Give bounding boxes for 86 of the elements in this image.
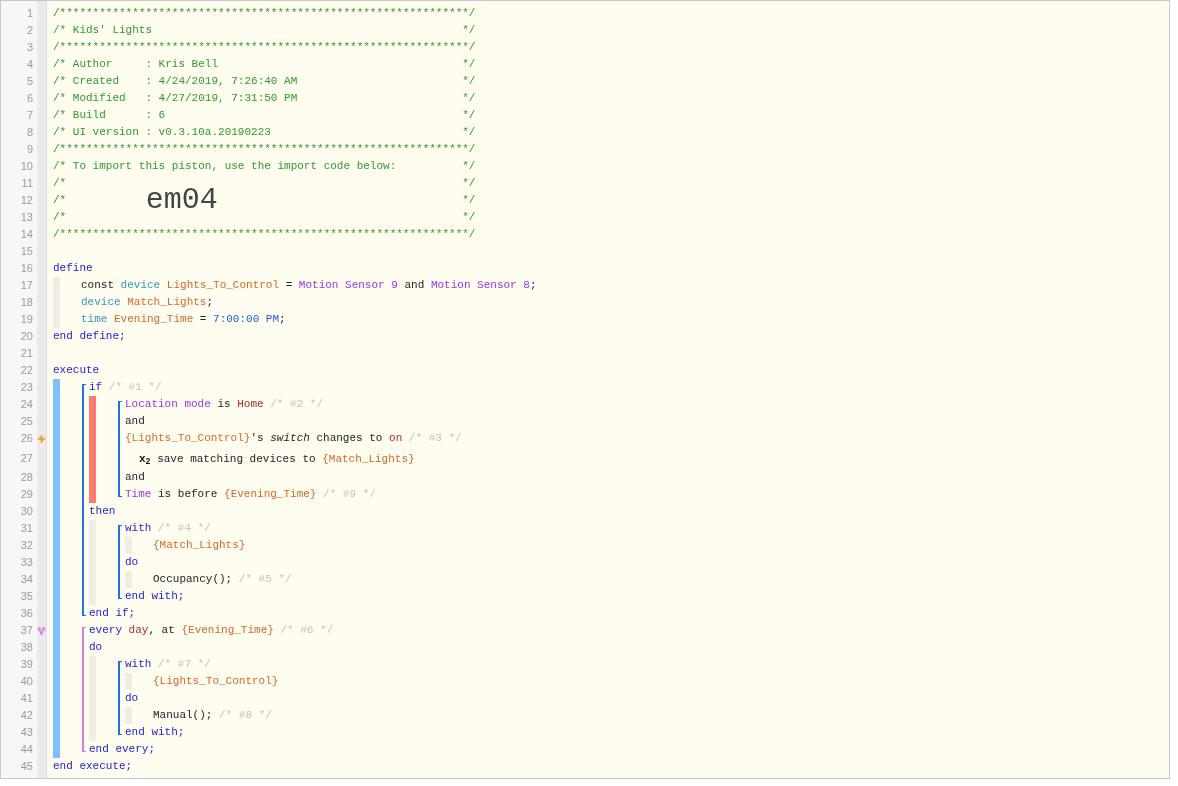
code-line: end if; [89,606,136,621]
line-number: 22 [20,363,33,378]
line-number: 23 [20,380,33,395]
line-number: 26 [20,431,33,446]
code-line: /**************************************************************/ [53,6,476,21]
code-line: x$_{2}$ save matching devices to {Match_Lights} [139,452,415,468]
code-line: Manual(); /* #8 */ [153,708,272,723]
line-number: 32 [20,538,33,553]
line-number: 5 [26,74,33,89]
line-number: 10 [20,159,33,174]
line-number: 4 [26,57,33,72]
code-line: do [125,691,139,706]
line-number: 20 [20,329,33,344]
code-line: then [89,504,116,519]
line-number: 7 [26,108,33,123]
code-line: and [125,470,145,485]
code-line: end execute; [53,759,133,774]
line-number: 19 [20,312,33,327]
line-number: 12 [20,193,33,208]
code-line: end with; [125,589,185,604]
code-line: Occupancy(); /* #5 */ [153,572,292,587]
line-number: 18 [20,295,33,310]
line-number: 45 [20,759,33,774]
code-line: execute [53,363,100,378]
line-number: 16 [20,261,33,276]
code-line: do [89,640,103,655]
code-line: /* Created : 4/24/2019, 7:26:40 AM */ [53,74,476,89]
code-line: end with; [125,725,185,740]
line-number: 34 [20,572,33,587]
line-number: 1 [26,6,33,21]
code-line: /* Modified : 4/27/2019, 7:31:50 PM */ [53,91,476,106]
code-line: {Match_Lights} [153,538,246,553]
code-line: /* To import this piston, use the import code below: */ [53,159,476,174]
line-number: 39 [20,657,33,672]
line-number: 36 [20,606,33,621]
code-line: Time is before {Evening_Time} /* #9 */ [125,487,376,502]
line-number: 31 [20,521,33,536]
line-number: 37 [20,623,33,638]
code-line: /* */ [53,210,476,225]
line-number: 40 [20,674,33,689]
line-number: 8 [26,125,33,140]
code-line: /* Author : Kris Bell */ [53,57,476,72]
line-number: 13 [20,210,33,225]
code-line: with /* #4 */ [125,521,211,536]
line-number: 30 [20,504,33,519]
line-number: 3 [26,40,33,55]
line-number: 25 [20,414,33,429]
line-number: 24 [20,397,33,412]
line-number: 41 [20,691,33,706]
line-number: 29 [20,487,33,502]
line-number: 14 [20,227,33,242]
line-number: 42 [20,708,33,723]
line-number: 43 [20,725,33,740]
code-line: /**************************************************************/ [53,40,476,55]
line-number: 28 [20,470,33,485]
code-line: const device Lights_To_Control = Motion Sensor 9 and Motion Sensor 8; [81,278,537,293]
line-number: 9 [26,142,33,157]
code-line: every day, at {Evening_Time} /* #6 */ [89,623,334,638]
line-number: 38 [20,640,33,655]
code-line: time Evening_Time = 7:00:00 PM; [81,312,286,327]
code-line: end every; [89,742,155,757]
code-line: /**************************************************************/ [53,227,476,242]
code-line: with /* #7 */ [125,657,211,672]
code-line: /**************************************************************/ [53,142,476,157]
code-line: do [125,555,139,570]
code-line: define [53,261,93,276]
code-line: /* Kids' Lights */ [53,23,476,38]
line-number: 15 [20,244,33,259]
code-line: /* */ [53,176,476,189]
code-line: {Lights_To_Control} [153,674,279,689]
code-line: {Lights_To_Control}'s switch changes to on /* #3 */ [125,431,462,446]
line-number: 2 [26,23,33,38]
code-line: and [125,414,145,429]
line-number: 6 [26,91,33,106]
line-number: 27 [20,450,33,466]
code-line: end define; [53,329,126,344]
line-number: 11 [21,176,33,191]
code-line: Location mode is Home /* #2 */ [125,397,324,412]
code-line: /* Build : 6 */ [53,108,476,123]
line-number: 33 [20,555,33,570]
code-line: device Match_Lights; [81,295,214,310]
line-number: 17 [20,278,33,293]
line-number: 35 [20,589,33,604]
code-line: /* UI version : v0.3.10a.20190223 */ [53,125,476,140]
line-number: 44 [20,742,33,757]
line-number: 21 [20,346,33,361]
